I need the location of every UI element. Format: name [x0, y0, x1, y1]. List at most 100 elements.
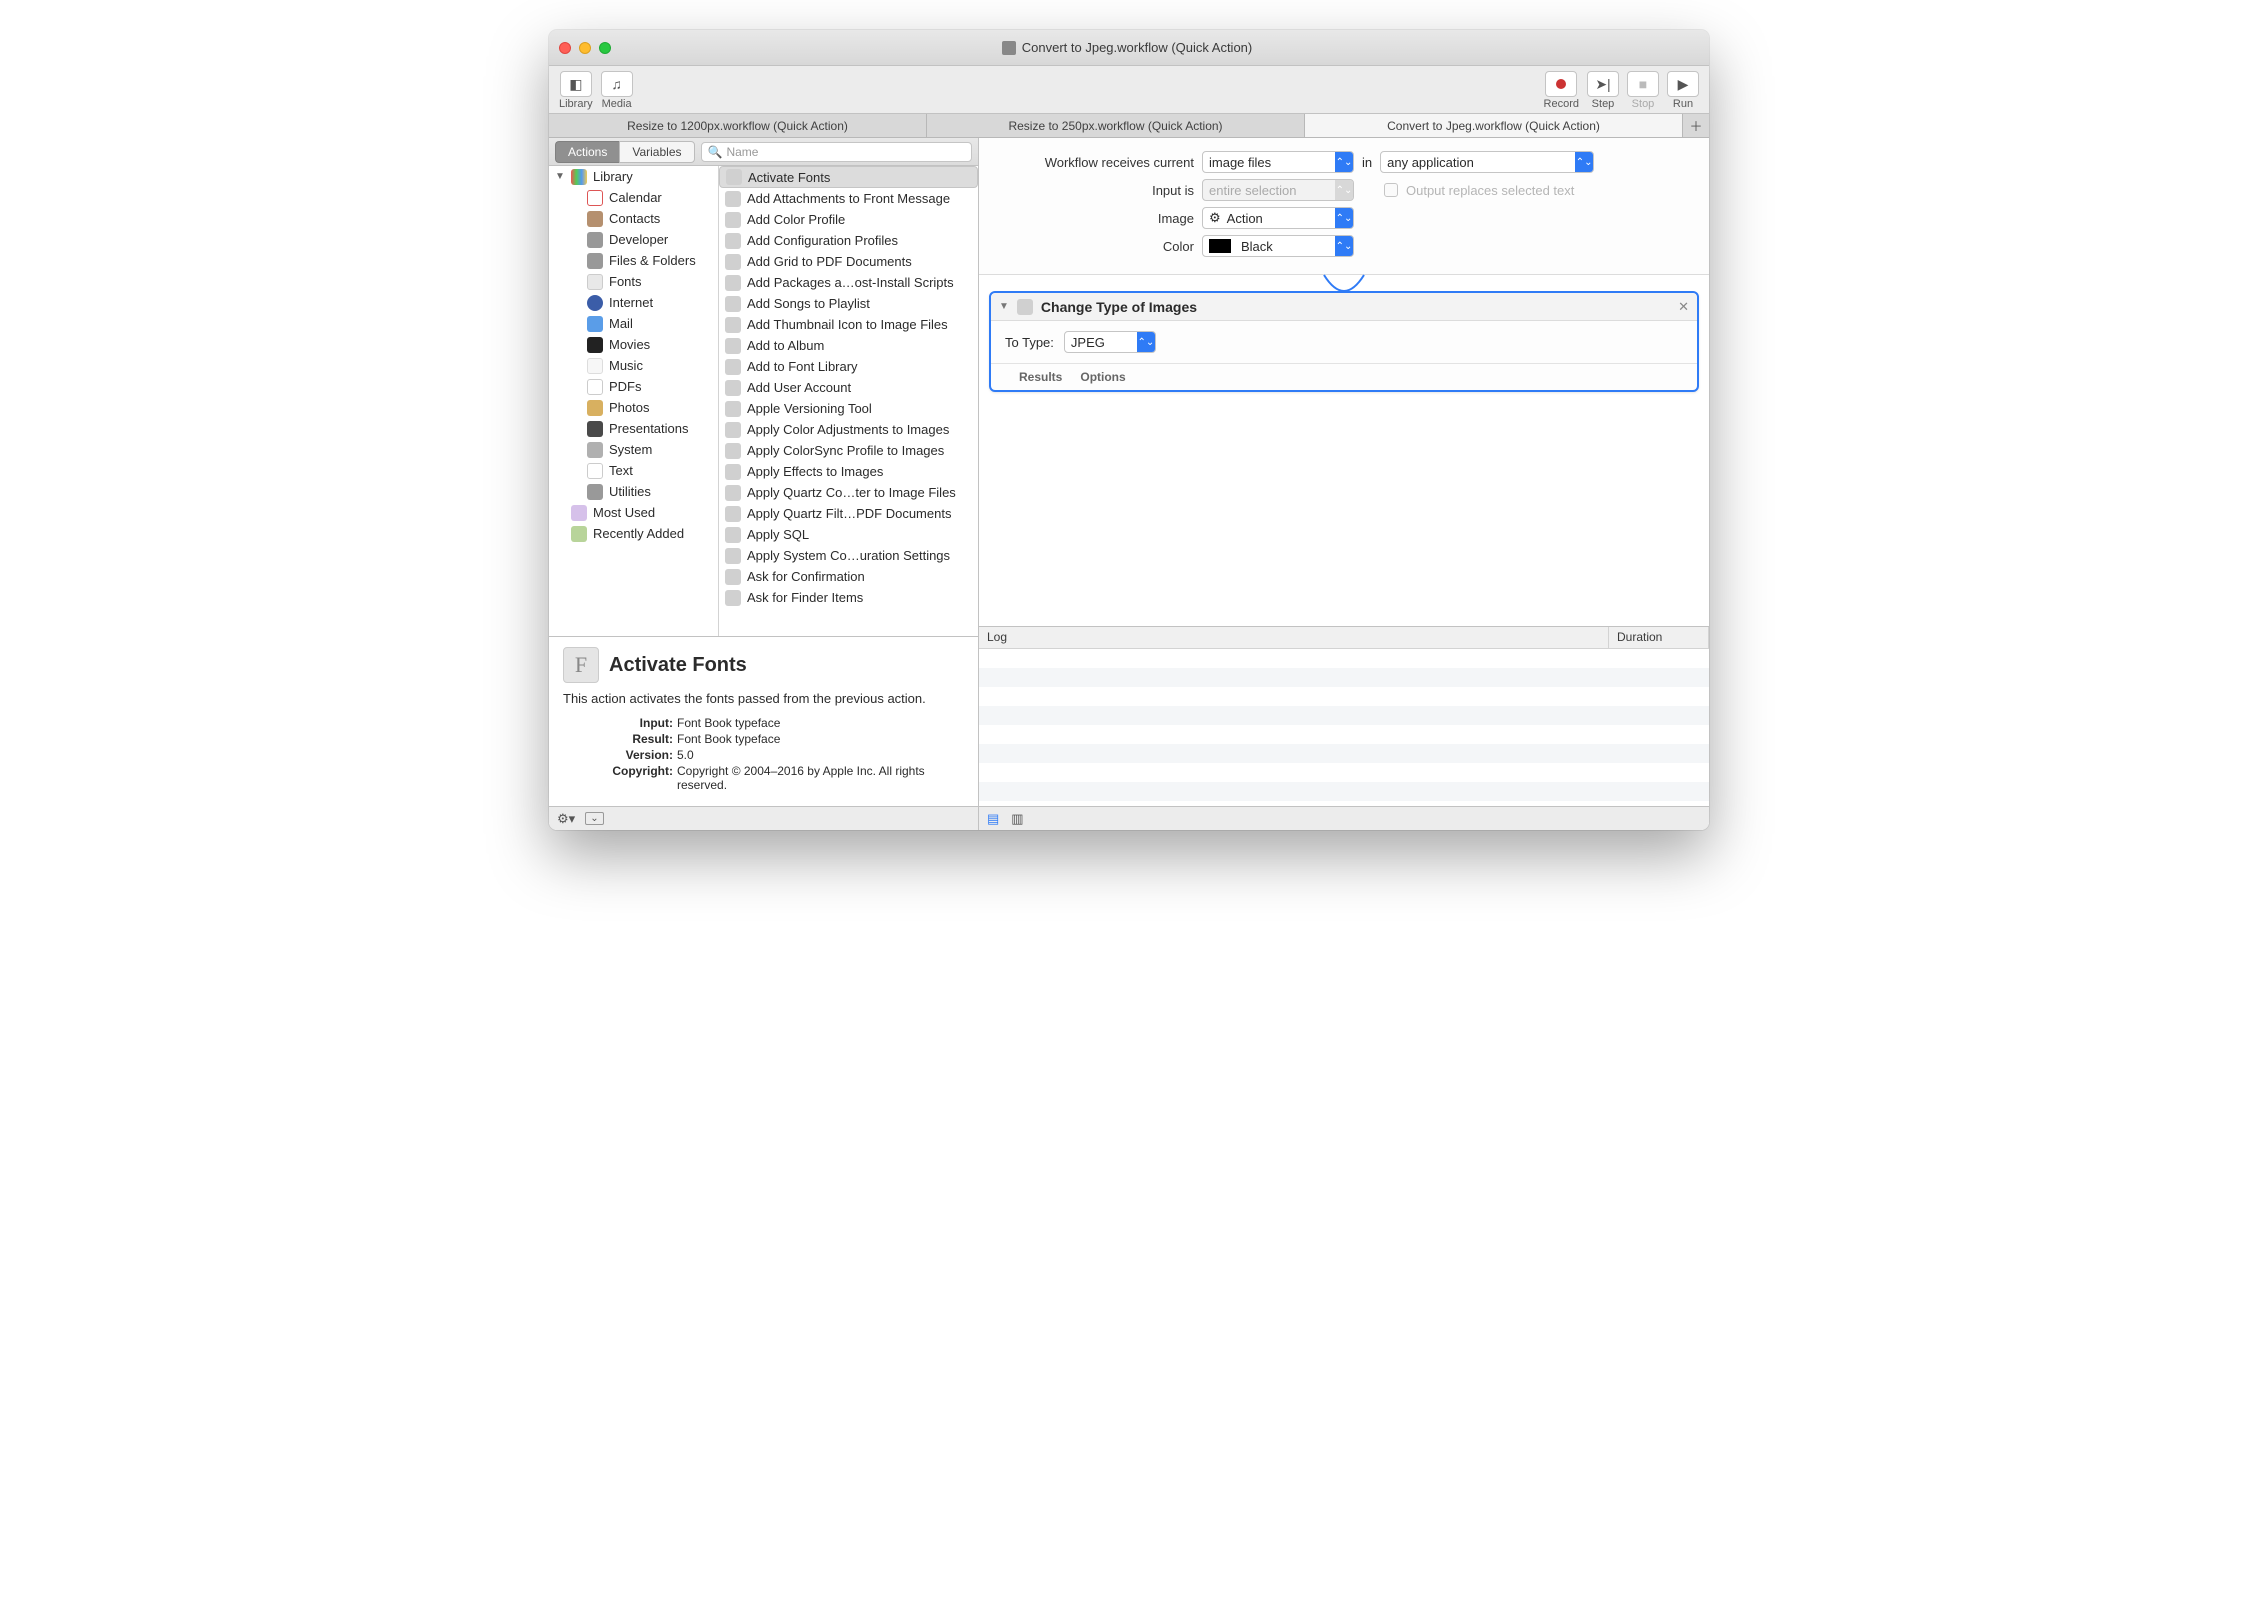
stop-button[interactable]: ■: [1627, 71, 1659, 97]
gear-icon[interactable]: ⚙︎▾: [557, 811, 575, 827]
action-icon: [725, 296, 741, 312]
row-label: Ask for Finder Items: [747, 590, 863, 605]
action-row[interactable]: Apply SQL: [719, 524, 978, 545]
workflow-canvas[interactable]: ▼ Change Type of Images ✕ To Type: JPEG⌃…: [979, 291, 1709, 626]
search-input[interactable]: 🔍 Name: [701, 142, 973, 162]
action-icon: [725, 212, 741, 228]
run-button[interactable]: ▶: [1667, 71, 1699, 97]
disclosure-triangle-icon[interactable]: ▼: [999, 301, 1009, 312]
row-label: Developer: [609, 232, 668, 247]
search-placeholder: Name: [726, 145, 758, 159]
category-row[interactable]: Presentations: [549, 418, 718, 439]
category-row[interactable]: Text: [549, 460, 718, 481]
category-row[interactable]: Music: [549, 355, 718, 376]
action-row[interactable]: Apply Quartz Filt…PDF Documents: [719, 503, 978, 524]
action-row[interactable]: Ask for Confirmation: [719, 566, 978, 587]
action-row[interactable]: Apply Color Adjustments to Images: [719, 419, 978, 440]
options-tab[interactable]: Options: [1080, 370, 1125, 384]
setting-label: Workflow receives current: [979, 155, 1194, 170]
meta-val: Font Book typeface: [677, 732, 964, 746]
log-column[interactable]: Log: [979, 627, 1609, 648]
category-list[interactable]: ▼ Library Calendar Contacts Developer Files…: [549, 166, 719, 636]
row-label: Photos: [609, 400, 649, 415]
action-row[interactable]: Apply Effects to Images: [719, 461, 978, 482]
list-view-button[interactable]: ▤: [987, 811, 999, 827]
category-icon: [587, 421, 603, 437]
tab-resize-1200[interactable]: Resize to 1200px.workflow (Quick Action): [549, 114, 927, 137]
row-label: Add Grid to PDF Documents: [747, 254, 912, 269]
row-label: Library: [593, 169, 633, 184]
action-row[interactable]: Add Packages a…ost-Install Scripts: [719, 272, 978, 293]
library-root[interactable]: ▼ Library: [549, 166, 718, 187]
category-icon: [587, 337, 603, 353]
category-row[interactable]: PDFs: [549, 376, 718, 397]
action-row[interactable]: Add Configuration Profiles: [719, 230, 978, 251]
minimize-window-button[interactable]: [579, 42, 591, 54]
category-row[interactable]: Internet: [549, 292, 718, 313]
action-row[interactable]: Add Grid to PDF Documents: [719, 251, 978, 272]
action-row[interactable]: Add to Font Library: [719, 356, 978, 377]
action-row[interactable]: Apple Versioning Tool: [719, 398, 978, 419]
window-title: Convert to Jpeg.workflow (Quick Action): [611, 40, 1643, 55]
disclosure-triangle-icon[interactable]: ▼: [555, 171, 565, 182]
action-row[interactable]: Add User Account: [719, 377, 978, 398]
tab-convert-jpeg[interactable]: Convert to Jpeg.workflow (Quick Action): [1305, 114, 1683, 137]
application-select[interactable]: any application⌃⌄: [1380, 151, 1594, 173]
row-label: Fonts: [609, 274, 642, 289]
select-value: entire selection: [1209, 183, 1296, 198]
category-row[interactable]: Files & Folders: [549, 250, 718, 271]
variables-segment[interactable]: Variables: [619, 141, 694, 163]
most-used-category[interactable]: Most Used: [549, 502, 718, 523]
action-row[interactable]: Ask for Finder Items: [719, 587, 978, 608]
row-label: Apply System Co…uration Settings: [747, 548, 950, 563]
expand-icon[interactable]: ⌄: [585, 812, 603, 825]
action-row[interactable]: Apply System Co…uration Settings: [719, 545, 978, 566]
action-change-type[interactable]: ▼ Change Type of Images ✕ To Type: JPEG⌃…: [989, 291, 1699, 392]
tab-resize-250[interactable]: Resize to 250px.workflow (Quick Action): [927, 114, 1305, 137]
action-icon: [725, 359, 741, 375]
action-row[interactable]: Activate Fonts: [719, 166, 978, 188]
zoom-window-button[interactable]: [599, 42, 611, 54]
row-label: Calendar: [609, 190, 662, 205]
action-row[interactable]: Add Color Profile: [719, 209, 978, 230]
category-row[interactable]: Fonts: [549, 271, 718, 292]
category-row[interactable]: Developer: [549, 229, 718, 250]
category-row[interactable]: Movies: [549, 334, 718, 355]
step-button[interactable]: ➤|: [1587, 71, 1619, 97]
image-select[interactable]: ⚙︎ Action⌃⌄: [1202, 207, 1354, 229]
action-list[interactable]: Activate FontsAdd Attachments to Front M…: [719, 166, 978, 636]
workflow-footer: ▤ ▥: [979, 806, 1709, 830]
actions-segment[interactable]: Actions: [555, 141, 619, 163]
gear-icon: ⚙︎: [1209, 210, 1221, 226]
action-row[interactable]: Apply Quartz Co…ter to Image Files: [719, 482, 978, 503]
results-tab[interactable]: Results: [1019, 370, 1062, 384]
receives-select[interactable]: image files⌃⌄: [1202, 151, 1354, 173]
media-button[interactable]: ♫: [601, 71, 633, 97]
to-type-select[interactable]: JPEG⌃⌄: [1064, 331, 1156, 353]
category-row[interactable]: Mail: [549, 313, 718, 334]
action-row[interactable]: Add to Album: [719, 335, 978, 356]
library-toggle-button[interactable]: ◧: [560, 71, 592, 97]
new-tab-button[interactable]: ＋: [1683, 114, 1709, 137]
close-window-button[interactable]: [559, 42, 571, 54]
category-row[interactable]: System: [549, 439, 718, 460]
action-row[interactable]: Add Attachments to Front Message: [719, 188, 978, 209]
detail-desc: This action activates the fonts passed f…: [563, 691, 964, 706]
category-row[interactable]: Calendar: [549, 187, 718, 208]
action-row[interactable]: Add Thumbnail Icon to Image Files: [719, 314, 978, 335]
action-icon: [1017, 299, 1033, 315]
column-view-button[interactable]: ▥: [1011, 811, 1023, 827]
window-title-text: Convert to Jpeg.workflow (Quick Action): [1022, 40, 1252, 55]
meta-key: Result:: [563, 732, 673, 746]
category-row[interactable]: Contacts: [549, 208, 718, 229]
action-row[interactable]: Add Songs to Playlist: [719, 293, 978, 314]
recently-added-category[interactable]: Recently Added: [549, 523, 718, 544]
color-select[interactable]: Black⌃⌄: [1202, 235, 1354, 257]
action-row[interactable]: Apply ColorSync Profile to Images: [719, 440, 978, 461]
category-row[interactable]: Photos: [549, 397, 718, 418]
record-button[interactable]: [1545, 71, 1577, 97]
close-action-button[interactable]: ✕: [1678, 299, 1689, 315]
category-row[interactable]: Utilities: [549, 481, 718, 502]
row-label: Movies: [609, 337, 650, 352]
duration-column[interactable]: Duration: [1609, 627, 1709, 648]
